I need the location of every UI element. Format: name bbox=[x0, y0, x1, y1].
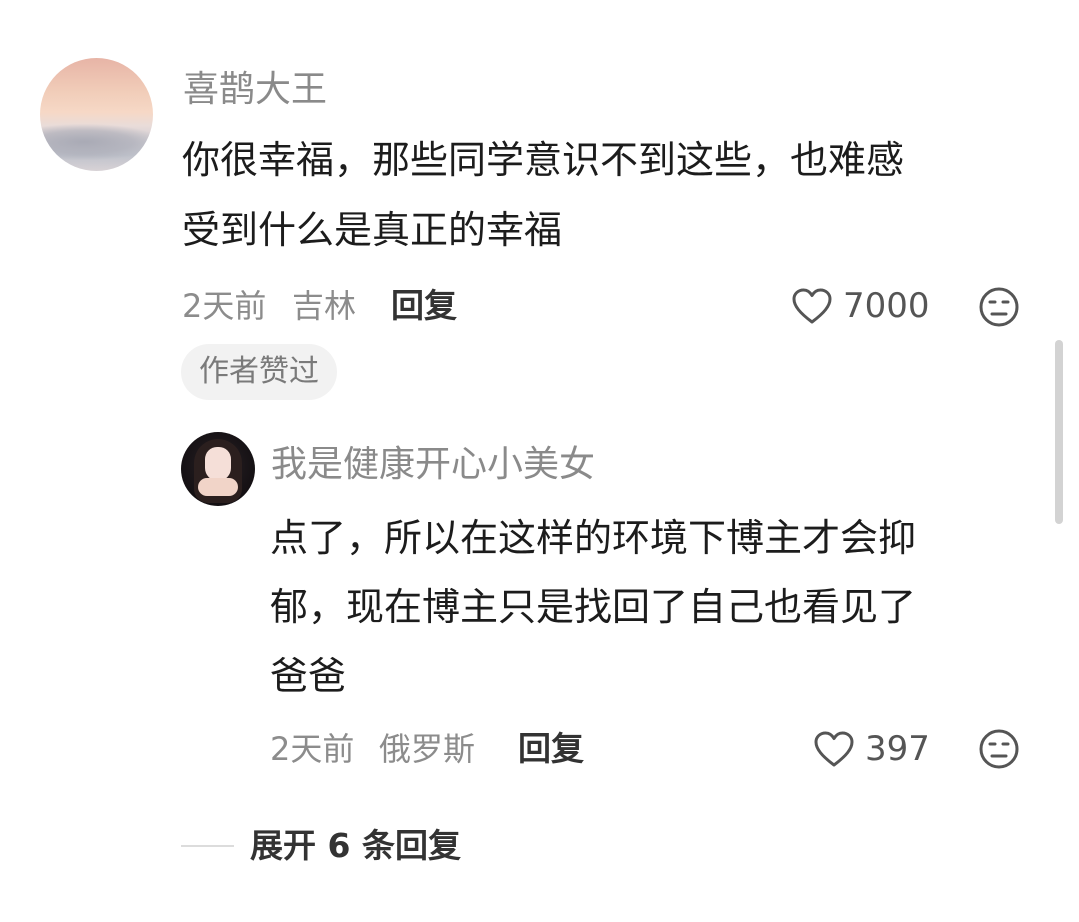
reply-username[interactable]: 我是健康开心小美女 bbox=[271, 445, 595, 485]
comment-text-line-2: 受到什么是真正的幸福 bbox=[182, 208, 563, 252]
heart-outline-icon bbox=[791, 287, 833, 325]
reply-avatar[interactable] bbox=[181, 432, 255, 506]
expand-replies-button[interactable]: 展开 6 条回复 bbox=[181, 826, 461, 866]
comment-location: 吉林 bbox=[292, 287, 357, 325]
reply-text-line-2: 郁，现在博主只是找回了自己也看见了 bbox=[270, 585, 917, 629]
heart-outline-icon bbox=[813, 730, 855, 768]
expand-divider bbox=[181, 845, 234, 847]
comment-username[interactable]: 喜鹊大王 bbox=[183, 70, 327, 110]
reply-like-count: 397 bbox=[865, 729, 930, 769]
scrollbar[interactable] bbox=[1055, 340, 1063, 524]
comment-time: 2天前 bbox=[182, 287, 267, 325]
avatar-face-graphic bbox=[205, 447, 231, 481]
frown-face-icon bbox=[978, 286, 1020, 328]
dislike-button[interactable] bbox=[978, 286, 1020, 328]
avatar-hands-graphic bbox=[198, 478, 238, 496]
reply-like-button[interactable]: 397 bbox=[813, 729, 930, 769]
avatar-cloud-graphic bbox=[40, 124, 153, 160]
like-count: 7000 bbox=[843, 286, 930, 326]
reply-location: 俄罗斯 bbox=[379, 730, 476, 768]
reply-reply-button[interactable]: 回复 bbox=[518, 729, 584, 769]
reply-time: 2天前 bbox=[270, 730, 355, 768]
reply-button[interactable]: 回复 bbox=[391, 286, 457, 326]
reply-text-line-3: 爸爸 bbox=[270, 654, 347, 698]
frown-face-icon bbox=[978, 728, 1020, 770]
expand-replies-label: 展开 6 条回复 bbox=[250, 826, 461, 865]
comment-thread: 喜鹊大王 你很幸福，那些同学意识不到这些，也难感 受到什么是真正的幸福 2天前 … bbox=[0, 0, 1079, 922]
reply-dislike-button[interactable] bbox=[978, 728, 1020, 770]
avatar[interactable] bbox=[40, 58, 153, 171]
author-liked-badge: 作者赞过 bbox=[181, 344, 337, 400]
reply-text-line-1: 点了，所以在这样的环境下博主才会抑 bbox=[270, 516, 917, 560]
comment-text-line-1: 你很幸福，那些同学意识不到这些，也难感 bbox=[182, 138, 905, 182]
like-button[interactable]: 7000 bbox=[791, 286, 930, 326]
